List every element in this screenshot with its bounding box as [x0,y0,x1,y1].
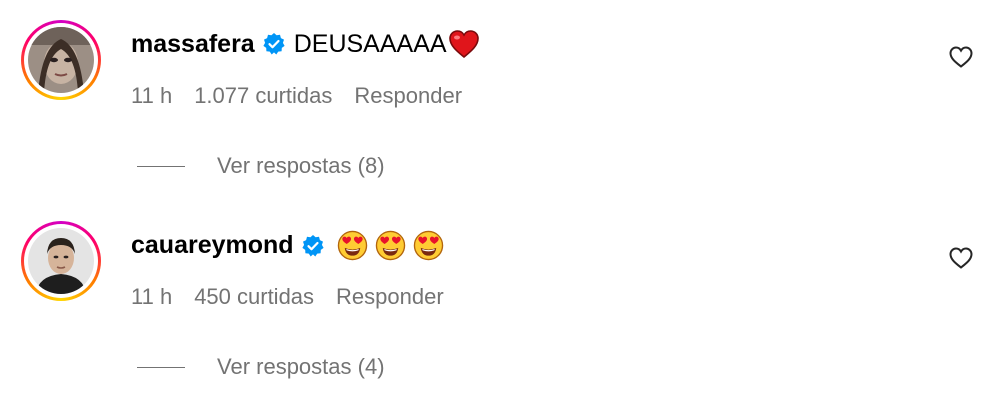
comment-meta: 11 h 1.077 curtidas Responder [131,83,462,109]
comment-likes-count[interactable]: 450 curtidas [194,284,314,310]
heart-eyes-emoji [337,230,367,261]
red-heart-emoji [448,30,479,59]
comment-body: cauareymond [131,230,451,261]
view-replies-button[interactable]: Ver respostas (4) [137,354,385,380]
heart-outline-icon[interactable] [948,246,974,270]
avatar-story-ring[interactable] [21,221,101,301]
reply-button[interactable]: Responder [336,284,444,310]
replies-divider [137,366,185,368]
verified-badge-icon [263,33,285,55]
comment-username[interactable]: cauareymond [131,231,294,260]
avatar-massafera [28,27,94,93]
comment-time: 11 h [131,284,173,309]
avatar-story-ring[interactable] [21,20,101,100]
heart-eyes-emoji [413,230,443,261]
comment-meta: 11 h 450 curtidas Responder [131,284,444,310]
view-replies-button[interactable]: Ver respostas (8) [137,153,385,179]
comment-text: DEUSAAAAA [293,29,447,58]
heart-outline-icon[interactable] [948,45,974,69]
view-replies-label: Ver respostas (4) [217,354,385,379]
comment-body: massafera DEUSAAAAA [131,29,480,59]
heart-eyes-emoji [375,230,405,261]
reply-button[interactable]: Responder [354,83,462,109]
avatar-cauareymond [28,228,94,294]
verified-badge-icon [301,234,324,256]
view-replies-label: Ver respostas (8) [217,153,385,178]
comment-username[interactable]: massafera [131,30,255,59]
comment-time: 11 h [131,83,173,108]
replies-divider [137,165,185,167]
comment-likes-count[interactable]: 1.077 curtidas [194,83,332,109]
